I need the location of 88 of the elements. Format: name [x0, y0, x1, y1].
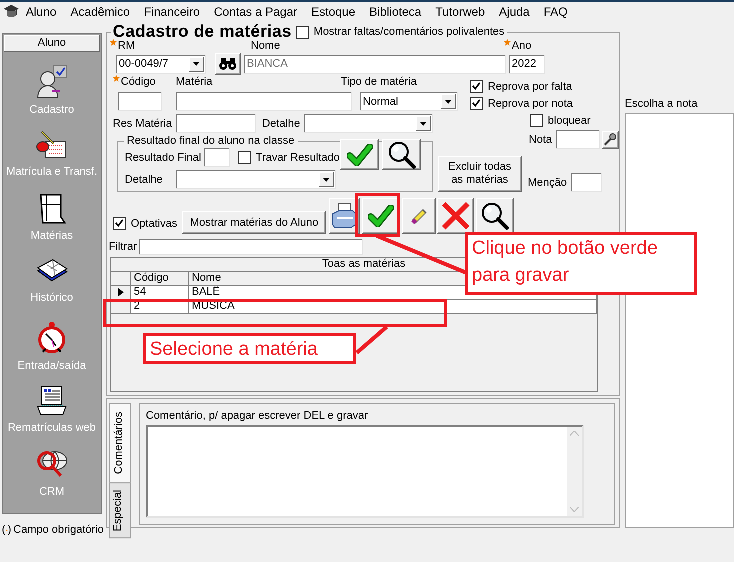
binder-icon [37, 193, 67, 225]
delete-all-button[interactable]: Excluir todas as matérias [438, 156, 522, 192]
pen-icon [604, 133, 618, 146]
search-student-button[interactable] [215, 53, 241, 75]
grade-choice-label: Escolha a nota [625, 98, 699, 110]
subject-field[interactable] [176, 92, 352, 111]
binoculars-icon [219, 57, 237, 71]
caret-icon [445, 100, 452, 104]
clear-button[interactable] [402, 198, 436, 234]
electives-checkbox[interactable] [113, 217, 126, 230]
instruction-tooltip: Clique no botão verde para gravar [465, 232, 697, 295]
mention-label: Menção [528, 177, 568, 189]
caret-icon [193, 62, 200, 66]
menu-item[interactable]: FAQ [536, 5, 575, 19]
mention-field[interactable] [571, 173, 602, 192]
block-label: bloquear [548, 114, 591, 126]
show-polyvalent-checkbox[interactable] [296, 26, 309, 38]
fail-by-grade-checkbox[interactable] [470, 97, 483, 110]
electives-label: Optativas [131, 218, 178, 230]
subject-label: Matéria [176, 76, 213, 88]
detail-combo[interactable] [304, 114, 433, 133]
detail-label: Detalhe [262, 118, 300, 130]
grade-label: Nota [529, 134, 552, 146]
close-icon [440, 201, 471, 231]
search-icon [480, 201, 510, 231]
leader-line [356, 326, 388, 354]
final-result-field[interactable] [204, 148, 230, 167]
menu-item[interactable]: Tutorweb [428, 5, 492, 19]
highlight-frame [355, 193, 400, 237]
form-title: Cadastro de matérias [113, 22, 292, 41]
filter-label: Filtrar [109, 241, 138, 253]
fail-by-absence-checkbox[interactable] [470, 80, 483, 93]
search-icon [386, 140, 416, 170]
mortarboard-icon [4, 5, 19, 19]
legend-bracket: ) [8, 524, 12, 536]
rm-combo[interactable]: 00-0049/7 [116, 54, 206, 74]
grade-field[interactable] [556, 130, 600, 149]
code-label: Código [121, 76, 156, 88]
menu-item[interactable]: Aluno [19, 5, 64, 19]
res-subject-label: Res Matéria [113, 118, 172, 130]
caret-icon [420, 122, 427, 126]
menu-item[interactable]: Estoque [304, 5, 363, 19]
delete-button[interactable] [437, 198, 474, 234]
subject-type-label: Tipo de matéria [341, 76, 418, 88]
side-tab[interactable]: Comentários [109, 403, 131, 484]
year-field[interactable]: 2022 [509, 54, 545, 74]
menu-item[interactable]: Contas a Pagar [207, 5, 304, 19]
block-checkbox[interactable] [530, 114, 543, 127]
computer-icon [34, 385, 69, 417]
caret-icon [323, 178, 330, 182]
checkmark-icon [368, 205, 394, 227]
fail-by-grade-label: Reprova por nota [488, 98, 573, 110]
comment-label: Comentário, p/ apagar escrever DEL e gravar [146, 410, 370, 422]
rm-label: RM [118, 40, 136, 52]
eraser-icon [410, 207, 428, 225]
fail-by-absence-label: Reprova por falta [488, 80, 572, 92]
instruction-tooltip: Selecione a matéria [143, 333, 356, 364]
checkmark-icon [346, 144, 372, 166]
menu-item[interactable]: Biblioteca [362, 5, 429, 19]
res-subject-field[interactable] [176, 114, 256, 133]
result-detail-combo[interactable] [176, 170, 336, 189]
search-button[interactable] [382, 139, 421, 170]
menu-item[interactable]: Acadêmico [64, 5, 138, 19]
final-result-label: Resultado Final [125, 152, 202, 164]
side-tab[interactable]: Especial [109, 483, 131, 539]
grade-lookup-button[interactable] [602, 130, 619, 148]
year-label: Ano [512, 40, 532, 52]
show-subjects-button[interactable]: Mostrar matérias do Aluno [182, 211, 326, 234]
legend-bracket: ( [2, 524, 6, 536]
show-polyvalent-label: Mostrar faltas/comentários polivalentes [314, 26, 505, 38]
lock-result-label: Travar Resultado [256, 152, 340, 164]
confirm-button[interactable] [340, 139, 379, 170]
menu-item[interactable]: Financeiro [137, 5, 208, 19]
detail-label: Detalhe [125, 174, 164, 186]
alarm-clock-icon [37, 321, 67, 355]
row-pointer-icon [118, 288, 124, 297]
legend-text: Campo obrigatório [14, 524, 104, 536]
menu-item[interactable]: Ajuda [492, 5, 537, 19]
lock-result-checkbox[interactable] [238, 151, 252, 164]
code-field[interactable] [118, 92, 162, 111]
name-label: Nome [251, 40, 280, 52]
sidebar-header[interactable]: Aluno [4, 35, 100, 52]
subject-type-combo[interactable]: Normal [360, 92, 458, 111]
print-button[interactable] [329, 198, 360, 234]
filter-field[interactable] [139, 239, 364, 255]
table-cell[interactable]: 54 [131, 286, 189, 300]
group-title: Resultado final do aluno na classe [126, 135, 296, 147]
search-button[interactable] [476, 198, 514, 234]
